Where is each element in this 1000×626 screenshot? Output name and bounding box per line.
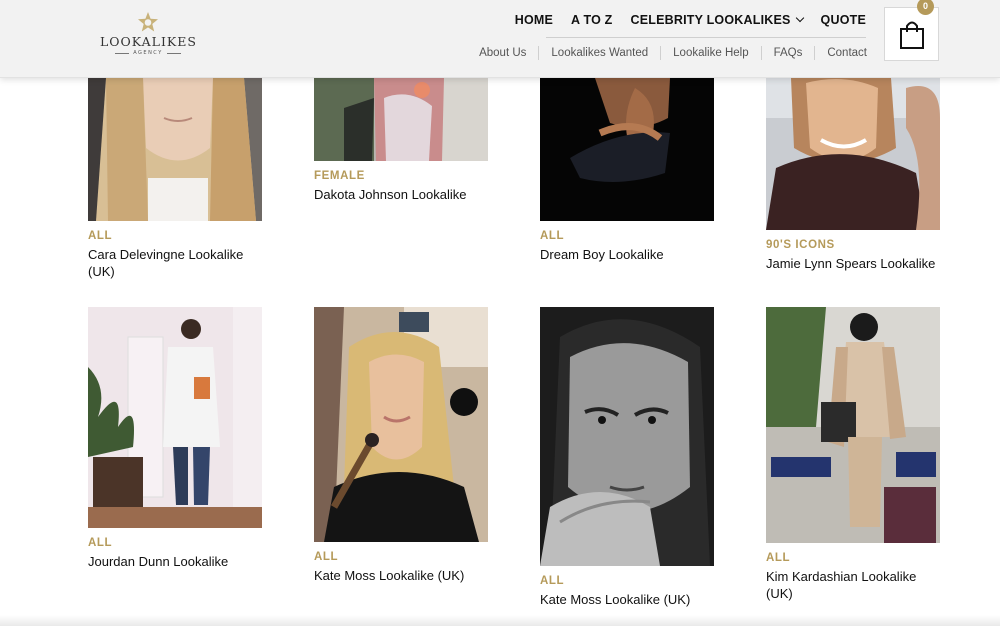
chevron-down-icon (795, 13, 804, 23)
subnav-about-us[interactable]: About Us (467, 47, 538, 59)
card-category[interactable]: ALL (88, 537, 262, 549)
card-title[interactable]: Dream Boy Lookalike (540, 246, 712, 263)
nav-a-to-z[interactable]: A TO Z (571, 13, 612, 27)
lookalikes-grid: ALL Cara Delevingne Lookalike (UK) FEMAL… (0, 0, 1000, 626)
lookalike-card[interactable]: ALL Dream Boy Lookalike (540, 78, 714, 263)
nav-quote[interactable]: QUOTE (821, 13, 866, 27)
page-bottom-edge (0, 615, 1000, 626)
subnav-contact[interactable]: Contact (815, 47, 867, 59)
card-category[interactable]: ALL (88, 230, 262, 242)
site-logo[interactable]: LOOKALIKES AGENCY (100, 12, 196, 56)
lookalike-card[interactable]: ALL Jourdan Dunn Lookalike (88, 307, 262, 570)
lookalike-photo[interactable] (540, 78, 714, 221)
card-title[interactable]: Kate Moss Lookalike (UK) (540, 591, 712, 608)
shopping-bag-icon (900, 21, 924, 49)
lookalike-card[interactable]: ALL Kim Kardashian Lookalike (UK) (766, 307, 940, 602)
nav-label: A TO Z (571, 13, 613, 27)
nav-divider (546, 37, 866, 38)
card-category[interactable]: ALL (540, 575, 714, 587)
subnav-lookalike-help[interactable]: Lookalike Help (661, 47, 760, 59)
card-category[interactable]: ALL (314, 551, 488, 563)
lookalike-card[interactable]: ALL Cara Delevingne Lookalike (UK) (88, 78, 262, 280)
nav-label: QUOTE (820, 13, 866, 27)
subnav-lookalikes-wanted[interactable]: Lookalikes Wanted (539, 47, 660, 59)
lookalike-photo[interactable] (540, 307, 714, 566)
star-logo-icon (138, 12, 158, 32)
logo-wordmark: LOOKALIKES (100, 34, 197, 49)
lookalike-photo[interactable] (88, 307, 262, 528)
card-title[interactable]: Cara Delevingne Lookalike (UK) (88, 246, 260, 280)
lookalike-photo[interactable] (766, 78, 940, 230)
lookalike-photo[interactable] (314, 307, 488, 542)
lookalike-card[interactable]: ALL Kate Moss Lookalike (UK) (314, 307, 488, 584)
lookalike-card[interactable]: ALL Kate Moss Lookalike (UK) (540, 307, 714, 608)
card-title[interactable]: Jamie Lynn Spears Lookalike (766, 255, 938, 272)
lookalike-card[interactable]: FEMALE Dakota Johnson Lookalike (314, 78, 488, 203)
card-category[interactable]: ALL (540, 230, 714, 242)
card-category[interactable]: FEMALE (314, 170, 488, 182)
nav-celebrity-lookalikes[interactable]: CELEBRITY LOOKALIKES (630, 13, 804, 27)
card-title[interactable]: Kim Kardashian Lookalike (UK) (766, 568, 938, 602)
lookalike-card[interactable]: 90'S ICONS Jamie Lynn Spears Lookalike (766, 78, 940, 272)
card-category[interactable]: ALL (766, 552, 940, 564)
card-title[interactable]: Kate Moss Lookalike (UK) (314, 567, 486, 584)
site-header: LOOKALIKES AGENCY HOME A TO Z CELEBRITY … (0, 0, 1000, 78)
card-category[interactable]: 90'S ICONS (766, 239, 940, 251)
lookalike-photo[interactable] (88, 78, 262, 221)
lookalike-photo[interactable] (314, 78, 488, 161)
subnav-faqs[interactable]: FAQs (762, 47, 815, 59)
card-title[interactable]: Jourdan Dunn Lookalike (88, 553, 260, 570)
nav-label: CELEBRITY LOOKALIKES (630, 13, 791, 27)
cart-button[interactable] (884, 7, 939, 61)
secondary-navigation: About Us Lookalikes Wanted Lookalike Hel… (467, 46, 867, 60)
nav-home[interactable]: HOME (515, 13, 553, 27)
logo-subtitle: AGENCY (100, 50, 196, 56)
nav-label: HOME (514, 13, 554, 27)
card-title[interactable]: Dakota Johnson Lookalike (314, 186, 486, 203)
main-navigation: HOME A TO Z CELEBRITY LOOKALIKES QUOTE (515, 13, 866, 27)
lookalike-photo[interactable] (766, 307, 940, 543)
